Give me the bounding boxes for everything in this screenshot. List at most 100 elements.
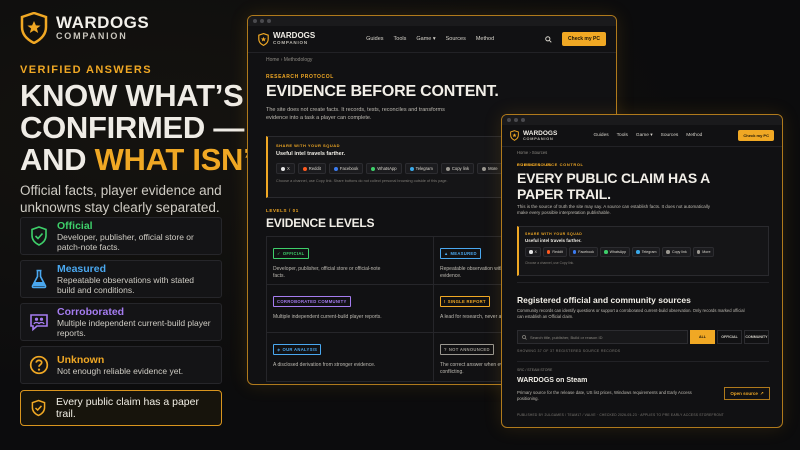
paper-trail-callout: Every public claim has a paper trail. <box>20 390 222 426</box>
nav-link-tools[interactable]: Tools <box>617 133 628 138</box>
share-label: WhatsApp <box>377 166 397 171</box>
x-icon <box>281 166 285 171</box>
site-logo[interactable]: WARDOGS COMPANION <box>510 130 557 142</box>
copy-link-button[interactable]: Copy link <box>440 163 475 174</box>
headline-line-3: AND WHAT ISN’T. <box>20 144 275 176</box>
search-placeholder: Search title, publisher, Build or reason… <box>530 334 603 340</box>
source-search-input[interactable]: Search title, publisher, Build or reason… <box>517 330 688 344</box>
site-logo-sub: COMPANION <box>273 40 308 45</box>
share-more-button[interactable]: More <box>692 247 715 257</box>
status-title: Measured <box>57 263 107 275</box>
sources-heading: Registered official and community source… <box>517 295 691 305</box>
status-list: Official Developer, publisher, official … <box>20 217 222 384</box>
window-dot <box>253 19 257 23</box>
source-entry-title: WARDOGS on Steam <box>517 377 588 384</box>
nav-link-game[interactable]: Game ▾ <box>636 133 653 138</box>
open-source-button[interactable]: Open source ↗ <box>724 387 770 400</box>
check-pc-button[interactable]: Check my PC <box>738 130 774 141</box>
more-icon <box>696 250 701 254</box>
reddit-icon <box>546 250 551 254</box>
share-label: More <box>488 166 498 171</box>
window-titlebar <box>502 115 782 125</box>
filter-community[interactable]: COMMUNITY <box>744 330 769 344</box>
copy-link-button[interactable]: Copy link <box>662 247 691 257</box>
share-whatsapp-button[interactable]: WhatsApp <box>366 163 402 174</box>
site-nav: WARDOGS COMPANION Guides Tools Game ▾ Sou… <box>248 26 616 53</box>
breadcrumb: Home › Sources <box>517 150 548 155</box>
level-card-official: ✓ OFFICIAL Developer, publisher, officia… <box>267 237 434 285</box>
nav-links: Guides Tools Game ▾ Sources Method <box>593 133 702 138</box>
status-card-official: Official Developer, publisher, official … <box>20 217 222 255</box>
sources-kicker: SOURCES / 01 <box>517 162 552 167</box>
site-logo[interactable]: WARDOGS COMPANION <box>258 32 315 46</box>
share-facebook-button[interactable]: Facebook <box>568 247 599 257</box>
share-reddit-button[interactable]: Reddit <box>542 247 567 257</box>
more-icon <box>482 166 487 171</box>
whatsapp-icon <box>604 250 608 254</box>
share-panel: SHARE WITH YOUR SQUAD Useful intel trave… <box>517 226 769 276</box>
headline-line-3-plain: AND <box>20 142 95 177</box>
share-label: More <box>702 250 711 254</box>
chat-users-icon <box>29 312 49 332</box>
level-badge: ◈ OUR ANALYSIS <box>273 344 322 355</box>
nav-link-method[interactable]: Method <box>476 36 494 42</box>
facebook-icon <box>333 166 338 171</box>
shield-check-icon <box>31 399 46 417</box>
status-title: Unknown <box>57 354 105 366</box>
nav-link-sources[interactable]: Sources <box>661 133 679 138</box>
sources-intro: Community records can identify questions… <box>517 308 745 319</box>
filter-all[interactable]: ALL <box>690 330 715 344</box>
nav-link-sources[interactable]: Sources <box>446 36 466 42</box>
status-desc: Developer, publisher, official store or … <box>57 232 194 252</box>
share-label: Facebook <box>578 250 595 254</box>
headline-line-2: CONFIRMED — <box>20 110 245 145</box>
share-label: Telegram <box>641 250 657 254</box>
search-icon <box>522 334 527 340</box>
share-telegram-button[interactable]: Telegram <box>632 247 661 257</box>
reddit-icon <box>302 166 307 171</box>
levels-kicker: LEVELS / 01 <box>266 208 299 213</box>
level-badge-label: MEASURED <box>450 251 477 256</box>
check-pc-button[interactable]: Check my PC <box>562 32 606 46</box>
nav-link-guides[interactable]: Guides <box>593 133 608 138</box>
link-icon <box>445 166 450 171</box>
share-whatsapp-button[interactable]: WhatsApp <box>600 247 631 257</box>
divider <box>517 282 769 283</box>
page-title: EVERY PUBLIC CLAIM HAS A PAPER TRAIL. <box>517 170 710 202</box>
share-x-button[interactable]: X <box>276 163 295 174</box>
nav-link-game[interactable]: Game ▾ <box>416 36 435 42</box>
share-facebook-button[interactable]: Facebook <box>328 163 364 174</box>
level-desc: Multiple independent current-build playe… <box>273 314 382 320</box>
share-label: Reddit <box>552 250 563 254</box>
external-link-icon: ↗ <box>759 390 764 396</box>
level-badge: ! SINGLE REPORT <box>440 296 490 307</box>
status-desc: Multiple independent current-build playe… <box>57 318 211 338</box>
status-card-unknown: Unknown Not enough reliable evidence yet… <box>20 346 222 384</box>
question-circle-icon <box>29 355 49 375</box>
share-x-button[interactable]: X <box>525 247 541 257</box>
filter-official[interactable]: OFFICIAL <box>717 330 742 344</box>
source-search-row: Search title, publisher, Build or reason… <box>517 330 769 344</box>
nav-link-tools[interactable]: Tools <box>394 36 407 42</box>
window-dot <box>267 19 271 23</box>
nav-link-guides[interactable]: Guides <box>366 36 383 42</box>
paper-trail-text: Every public claim has a paper trail. <box>55 396 199 420</box>
share-reddit-button[interactable]: Reddit <box>297 163 326 174</box>
level-card-corroborated: CORROBORATED COMMUNITY Multiple independ… <box>267 285 434 333</box>
search-icon[interactable] <box>545 35 552 43</box>
section-kicker: RESEARCH PROTOCOL <box>266 74 334 80</box>
share-note: Choose a channel, use Copy link. <box>525 261 575 265</box>
site-logo-name: WARDOGS <box>273 31 316 40</box>
window-dot <box>260 19 264 23</box>
status-desc: Not enough reliable evidence yet. <box>57 366 184 376</box>
share-telegram-button[interactable]: Telegram <box>404 163 438 174</box>
share-more-button[interactable]: More <box>477 163 503 174</box>
status-title: Corroborated <box>57 306 125 318</box>
whatsapp-icon <box>371 166 376 171</box>
nav-link-method[interactable]: Method <box>686 133 702 138</box>
levels-heading: EVIDENCE LEVELS <box>266 216 375 230</box>
brand-logo: WARDOGS COMPANION <box>20 12 149 44</box>
brand-subtitle: COMPANION <box>56 31 128 41</box>
site-nav: WARDOGS COMPANION Guides Tools Game ▾ Sou… <box>502 125 782 147</box>
level-badge: ? NOT ANNOUNCED <box>440 344 494 355</box>
